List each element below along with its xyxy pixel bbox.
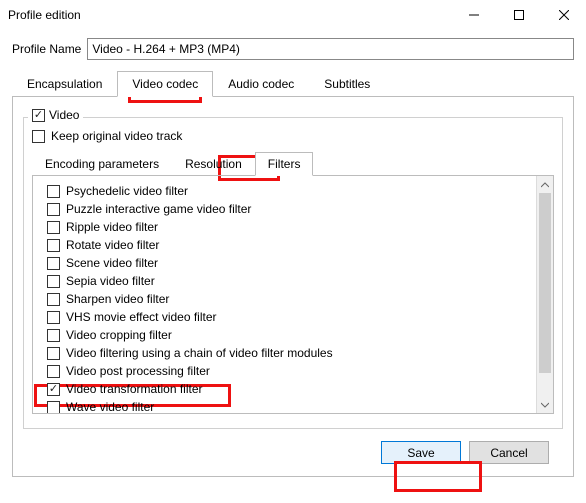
sub-tabs: Encoding parameters Resolution Filters bbox=[32, 151, 554, 176]
scroll-thumb[interactable] bbox=[539, 193, 551, 373]
filter-label: Scene video filter bbox=[66, 256, 158, 270]
filter-checkbox[interactable] bbox=[47, 347, 60, 360]
filter-label: Ripple video filter bbox=[66, 220, 158, 234]
filter-checkbox[interactable] bbox=[47, 203, 60, 216]
filters-list: Psychedelic video filter Puzzle interacti… bbox=[32, 176, 554, 414]
profile-name-input[interactable] bbox=[87, 38, 574, 60]
keep-original-checkbox[interactable] bbox=[32, 130, 45, 143]
subtab-encoding-parameters[interactable]: Encoding parameters bbox=[32, 152, 172, 176]
filter-checkbox[interactable] bbox=[47, 185, 60, 198]
tab-audio-codec[interactable]: Audio codec bbox=[213, 71, 309, 97]
video-group: Video Keep original video track Encoding… bbox=[23, 117, 563, 429]
filter-label: Sepia video filter bbox=[66, 274, 155, 288]
video-enable-checkbox[interactable] bbox=[32, 109, 45, 122]
filter-label: Video filtering using a chain of video f… bbox=[66, 346, 333, 360]
filter-row: Ripple video filter bbox=[47, 218, 532, 236]
filter-row: Video cropping filter bbox=[47, 326, 532, 344]
close-button[interactable] bbox=[541, 0, 586, 30]
filter-row: Wave video filter bbox=[47, 398, 532, 413]
save-button[interactable]: Save bbox=[381, 441, 461, 464]
scroll-up-icon[interactable] bbox=[537, 176, 553, 193]
filter-checkbox[interactable] bbox=[47, 275, 60, 288]
filter-row: Rotate video filter bbox=[47, 236, 532, 254]
tab-video-codec[interactable]: Video codec bbox=[117, 71, 213, 97]
filter-label: VHS movie effect video filter bbox=[66, 310, 217, 324]
filter-label: Wave video filter bbox=[66, 400, 154, 413]
filter-label: Rotate video filter bbox=[66, 238, 159, 252]
filter-checkbox[interactable] bbox=[47, 311, 60, 324]
filter-row: Psychedelic video filter bbox=[47, 182, 532, 200]
filter-row: Sepia video filter bbox=[47, 272, 532, 290]
maximize-button[interactable] bbox=[496, 0, 541, 30]
filter-row: Video transformation filter bbox=[47, 380, 532, 398]
scrollbar[interactable] bbox=[536, 176, 553, 413]
filter-row: Sharpen video filter bbox=[47, 290, 532, 308]
filter-row: VHS movie effect video filter bbox=[47, 308, 532, 326]
titlebar: Profile edition bbox=[0, 0, 586, 30]
video-group-legend: Video bbox=[49, 108, 79, 122]
filter-row: Scene video filter bbox=[47, 254, 532, 272]
filter-row: Video filtering using a chain of video f… bbox=[47, 344, 532, 362]
filter-checkbox[interactable] bbox=[47, 293, 60, 306]
tab-encapsulation[interactable]: Encapsulation bbox=[12, 71, 117, 97]
tab-body-video-codec: Video Keep original video track Encoding… bbox=[12, 97, 574, 477]
filter-row: Puzzle interactive game video filter bbox=[47, 200, 532, 218]
minimize-button[interactable] bbox=[451, 0, 496, 30]
filter-checkbox[interactable] bbox=[47, 239, 60, 252]
filter-checkbox[interactable] bbox=[47, 329, 60, 342]
keep-original-label: Keep original video track bbox=[51, 129, 182, 143]
filter-checkbox[interactable] bbox=[47, 383, 60, 396]
window-title: Profile edition bbox=[8, 8, 451, 22]
filter-row: Video post processing filter bbox=[47, 362, 532, 380]
filter-checkbox[interactable] bbox=[47, 221, 60, 234]
filter-label: Puzzle interactive game video filter bbox=[66, 202, 251, 216]
filter-label: Video cropping filter bbox=[66, 328, 172, 342]
profile-name-label: Profile Name bbox=[12, 42, 81, 56]
filter-checkbox[interactable] bbox=[47, 365, 60, 378]
scroll-track[interactable] bbox=[537, 193, 553, 396]
filter-label: Video post processing filter bbox=[66, 364, 210, 378]
cancel-button[interactable]: Cancel bbox=[469, 441, 549, 464]
filter-checkbox[interactable] bbox=[47, 257, 60, 270]
scroll-down-icon[interactable] bbox=[537, 396, 553, 413]
filter-checkbox[interactable] bbox=[47, 401, 60, 414]
filter-label: Psychedelic video filter bbox=[66, 184, 188, 198]
filter-label: Sharpen video filter bbox=[66, 292, 169, 306]
tab-subtitles[interactable]: Subtitles bbox=[309, 71, 385, 97]
subtab-filters[interactable]: Filters bbox=[255, 152, 314, 176]
filter-label: Video transformation filter bbox=[66, 382, 203, 396]
main-tabs: Encapsulation Video codec Audio codec Su… bbox=[12, 70, 574, 97]
subtab-resolution[interactable]: Resolution bbox=[172, 152, 255, 176]
